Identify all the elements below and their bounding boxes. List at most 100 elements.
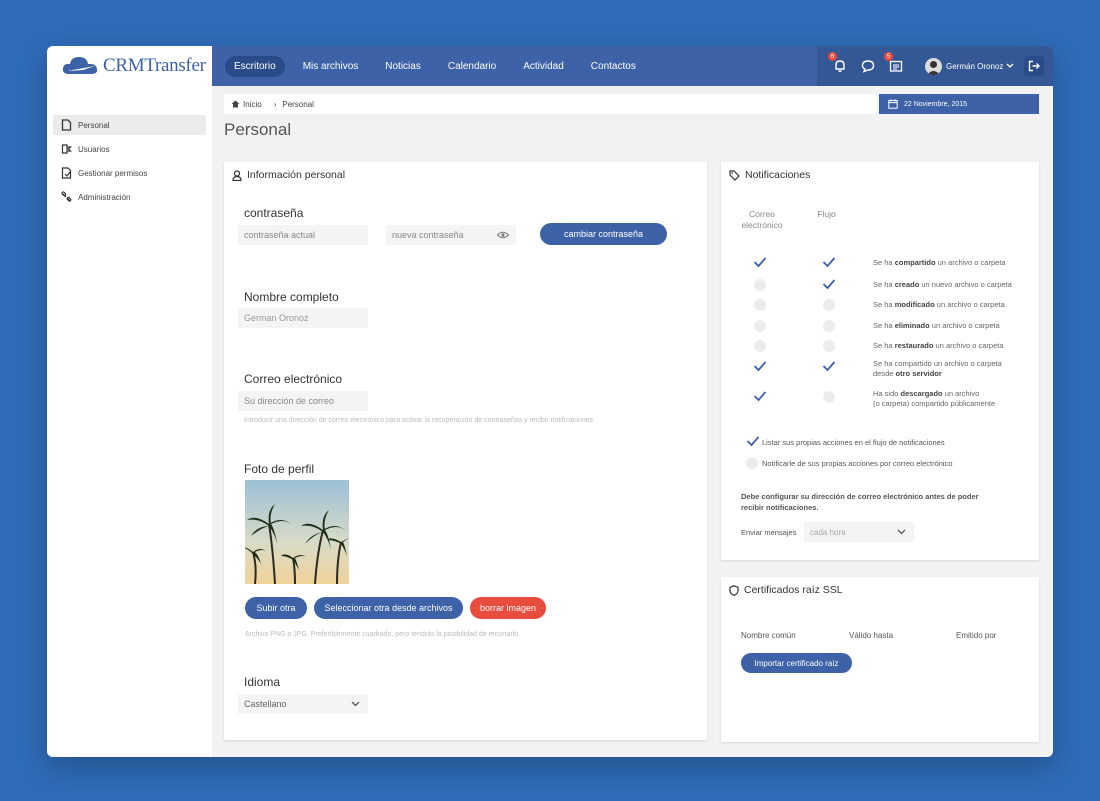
email-heading: Correo electrónico <box>244 372 343 386</box>
ssl-col-issuer: Emitido por <box>956 631 997 640</box>
option-own-actions[interactable]: Listar sus propias acciones en el flujo … <box>762 438 945 447</box>
send-frequency-select[interactable]: cada hora <box>804 522 914 542</box>
email-row-1-checkbox[interactable] <box>754 279 766 291</box>
nav-mis-archivos[interactable]: Mis archivos <box>294 56 368 77</box>
top-right-tools: 6 5 Germán Oronoz <box>817 46 1053 86</box>
nav-contactos[interactable]: Contactos <box>582 56 645 77</box>
email-input[interactable]: Su dirección de correo <box>238 391 368 411</box>
notifications-badge: 6 <box>828 52 837 61</box>
notifications-title-text: Notificaciones <box>745 169 811 181</box>
stream-row-5-checkmark-icon[interactable] <box>822 360 836 372</box>
language-heading: Idioma <box>244 675 281 689</box>
date-display[interactable]: 22 Noviembre, 2015 <box>879 94 1039 114</box>
logo[interactable]: CRMTransfer <box>47 46 212 86</box>
email-column-line-2: electrónico <box>741 220 783 230</box>
nav-noticias[interactable]: Noticias <box>376 56 430 77</box>
main-content: Inicio › Personal 22 Noviembre, 2015 Per… <box>212 86 1053 757</box>
ssl-col-name: Nombre común <box>741 631 796 640</box>
personal-info-title-text: Información personal <box>247 169 346 181</box>
messages-button[interactable]: 5 <box>884 52 905 75</box>
language-select[interactable]: Castellano <box>238 694 368 714</box>
logo-text: CRMTransfer <box>103 55 206 76</box>
change-password-button[interactable]: cambiar contraseña <box>540 223 667 245</box>
notification-row-text: Se ha compartido un archivo o carpeta des… <box>873 359 1002 379</box>
notification-row-line: (o carpeta) compartido públicamente <box>873 399 996 408</box>
link-icon <box>61 191 72 202</box>
ssl-title-text: Certificados raíz SSL <box>744 584 843 596</box>
sidebar-item-personal[interactable]: Personal <box>53 115 206 135</box>
fullname-input[interactable]: German Oronoz <box>238 308 368 328</box>
breadcrumb-current: Personal <box>282 99 314 109</box>
stream-row-3-checkbox[interactable] <box>823 320 835 332</box>
sidebar-item-administracion[interactable]: Administración <box>53 187 206 207</box>
notifications-button[interactable]: 6 <box>828 52 849 75</box>
cloud-logo-icon <box>62 57 98 74</box>
email-row-4-checkbox[interactable] <box>754 340 766 352</box>
notification-row-text: Se ha creado un nuevo archivo o carpeta <box>873 280 1012 290</box>
nav-actividad[interactable]: Actividad <box>514 56 573 77</box>
send-frequency-value: cada hora <box>810 527 846 537</box>
eye-icon[interactable] <box>497 231 509 239</box>
new-password-placeholder: nueva contraseña <box>392 230 464 240</box>
chevron-right-icon: › <box>273 99 277 109</box>
sidebar-item-label: Administración <box>78 192 131 202</box>
top-bar: CRMTransfer Escritorio Mis archivos Noti… <box>47 46 1053 86</box>
notification-row-line: Se ha modificado un archivo o carpeta <box>873 300 1005 309</box>
nav-escritorio[interactable]: Escritorio <box>225 55 285 77</box>
notifications-title: Notificaciones <box>729 169 810 181</box>
password-heading: contraseña <box>244 206 304 220</box>
user-menu[interactable]: Germán Oronoz <box>925 57 1014 75</box>
logout-button[interactable] <box>1024 56 1044 76</box>
stream-row-2-checkbox[interactable] <box>823 299 835 311</box>
stream-row-6-checkbox[interactable] <box>823 391 835 403</box>
stream-column-header: Flujo <box>817 209 836 219</box>
sidebar-item-usuarios[interactable]: Usuarios <box>53 139 206 159</box>
email-row-3-checkbox[interactable] <box>754 320 766 332</box>
email-column-header: Correo electrónico <box>737 209 787 231</box>
option-notify-email[interactable]: Notificarle de sus propias acciones por … <box>762 459 953 468</box>
import-certificate-button[interactable]: Importar certificado raíz <box>741 653 852 673</box>
chat-bubble-icon <box>861 60 875 73</box>
calendar-icon <box>888 99 898 109</box>
select-from-files-button[interactable]: Seleccionar otra desde archivos <box>314 597 463 619</box>
sidebar-item-gestionar-permisos[interactable]: Gestionar permisos <box>53 163 206 183</box>
sidebar-item-label: Personal <box>78 120 110 130</box>
messages-badge: 5 <box>884 52 893 61</box>
notification-row-line: Se ha eliminado un archivo o carpeta <box>873 321 1000 330</box>
language-value: Castellano <box>244 699 287 709</box>
notifications-card: Notificaciones Correo electrónico Flujo … <box>721 162 1039 560</box>
tag-icon <box>729 169 740 181</box>
ssl-col-valid: Válido hasta <box>849 631 894 640</box>
profile-photo <box>245 480 349 584</box>
sidebar-item-label: Usuarios <box>78 144 110 154</box>
upload-photo-button[interactable]: Subir otra <box>245 597 307 619</box>
current-password-input[interactable]: contraseña actual <box>238 225 368 245</box>
notification-row-line: Se ha compartido un archivo o carpeta <box>873 359 1002 368</box>
fullname-heading: Nombre completo <box>244 290 339 304</box>
email-row-0-checkmark-icon[interactable] <box>753 256 767 268</box>
email-warning: Debe configurar su dirección de correo e… <box>741 492 979 512</box>
email-row-6-checkmark-icon[interactable] <box>753 390 767 402</box>
user-outline-icon <box>232 169 242 181</box>
home-icon <box>231 100 240 108</box>
notify-email-checkbox[interactable] <box>746 457 758 469</box>
email-row-2-checkbox[interactable] <box>754 299 766 311</box>
notification-row-line: desde otro servidor <box>873 369 942 378</box>
delete-image-button[interactable]: borrar imagen <box>470 597 546 619</box>
stream-row-1-checkmark-icon[interactable] <box>822 278 836 290</box>
chat-button[interactable] <box>859 57 877 75</box>
email-row-5-checkmark-icon[interactable] <box>753 360 767 372</box>
checkmark-icon[interactable] <box>746 435 760 447</box>
personal-info-card: Información personal contraseña contrase… <box>224 162 707 740</box>
nav-calendario[interactable]: Calendario <box>439 56 505 77</box>
notification-row-line: Ha sido descargado un archivo <box>873 389 980 398</box>
personal-info-title: Información personal <box>232 169 345 181</box>
new-password-input[interactable]: nueva contraseña <box>386 225 516 245</box>
stream-row-4-checkbox[interactable] <box>823 340 835 352</box>
notification-row-text: Se ha restaurado un archivo o carpeta <box>873 341 1004 351</box>
stream-row-0-checkmark-icon[interactable] <box>822 256 836 268</box>
user-avatar-icon <box>927 60 940 75</box>
sidebar-item-label: Gestionar permisos <box>78 168 148 178</box>
breadcrumb-home[interactable]: Inicio <box>243 100 262 109</box>
notification-row-text: Ha sido descargado un archivo (o carpeta)… <box>873 389 995 409</box>
